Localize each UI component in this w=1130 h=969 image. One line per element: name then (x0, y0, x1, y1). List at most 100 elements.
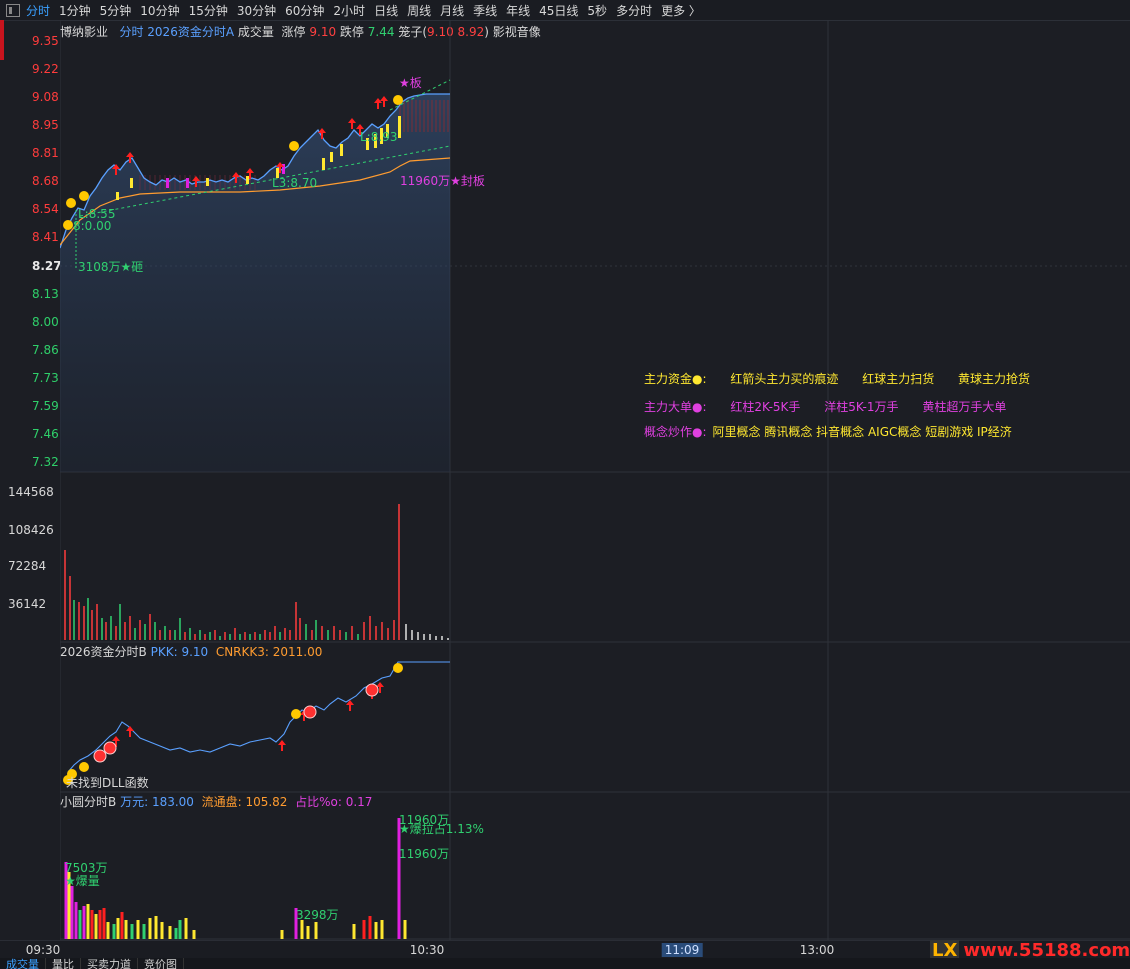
ratio-label: 占比%o: (295, 795, 342, 809)
fund-candle (340, 144, 343, 156)
fund-candle (398, 116, 401, 138)
fund-candle (330, 152, 333, 162)
price-tick-label: 8.54 (32, 202, 59, 216)
volume-panel (64, 504, 449, 640)
volume-tick-label: 72284 (8, 559, 47, 573)
legend-row1-item: 黄球主力抢货 (958, 372, 1031, 386)
grab-ball-icon (291, 709, 301, 719)
period-tab[interactable]: 1分钟 (59, 2, 91, 19)
period-tab[interactable]: 30分钟 (237, 2, 276, 19)
period-toolbar: 分时 1分钟 5分钟 10分钟 15分钟 30分钟 60分钟 2小时 日线 周线 月线 季线 年线 45日… (0, 0, 1130, 21)
float-value: 105.82 (245, 795, 288, 809)
period-tab[interactable]: 季线 (473, 2, 497, 19)
price-tick-label: 9.22 (32, 62, 59, 76)
indicator-tab[interactable]: 量比 (46, 958, 81, 969)
panel-b-header: 2026资金分时B PKK: 9.10 CNRKK3: 2011.00 (60, 643, 322, 660)
price-tick-label: 9.08 (32, 90, 59, 104)
time-cursor-label: 11:09 (661, 943, 703, 957)
sweep-ball-icon (303, 705, 317, 719)
price-tick-label: 8.81 (32, 146, 59, 160)
panel-toggle-icon[interactable] (6, 3, 20, 17)
legend-row1-item: 红球主力扫货 (862, 372, 935, 386)
panel-c-name[interactable]: 小圆分时B (60, 795, 116, 809)
price-tick-label: 7.73 (32, 371, 59, 385)
fund-candle (166, 178, 169, 188)
seal-volume-label-2: 11960万 (399, 847, 450, 861)
period-tab[interactable]: 多分时 (616, 2, 652, 19)
price-tick-label: 8.68 (32, 174, 59, 188)
fund-b-line (67, 661, 450, 773)
period-tab[interactable]: 周线 (407, 2, 431, 19)
period-tab[interactable]: 日线 (374, 2, 398, 19)
sweep-ball-icon (93, 749, 107, 763)
grab-ball-icon (289, 141, 299, 151)
time-label: 09:30 (25, 943, 61, 957)
price-tick-label: 8.13 (32, 287, 59, 301)
buy-arrow-icon (278, 740, 286, 751)
price-tick-label: 8.00 (32, 315, 59, 329)
legend-row1-label: 主力资金●: (644, 372, 707, 386)
legend-row1-item: 红箭头主力买的痕迹 (730, 372, 839, 386)
period-tab[interactable]: 月线 (440, 2, 464, 19)
buy-arrow-icon (348, 118, 356, 129)
indicator-tabs: 成交量 量比 买卖力道 竞价图 (0, 958, 1130, 969)
panel-b-name[interactable]: 2026资金分时B (60, 645, 147, 659)
pkk-label: PKK: (150, 645, 178, 659)
period-tab[interactable]: 60分钟 (285, 2, 324, 19)
fund-candle (322, 158, 325, 170)
price-tick-label: 9.35 (32, 34, 59, 48)
sweep-ball-icon (103, 741, 117, 755)
cnrkk-label: CNRKK3: (215, 645, 269, 659)
legend-row3-item: 阿里概念 腾讯概念 抖音概念 AIGC概念 短剧游戏 IP经济 (712, 425, 1012, 439)
period-tab[interactable]: 2小时 (333, 2, 365, 19)
indicator-tab[interactable]: 竞价图 (138, 958, 184, 969)
legend-row2-item: 黄柱超万手大单 (922, 400, 1007, 414)
wanyuan-value: 183.00 (151, 795, 194, 809)
level-l-label: L:8.93 (360, 130, 398, 144)
buy-arrow-icon (380, 96, 388, 107)
volume-tick-label: 108426 (8, 523, 54, 537)
period-tab[interactable]: 分时 (26, 2, 50, 19)
volume-tick-label: 36142 (8, 597, 47, 611)
seal-ratio-label: ★爆拉占1.13% (399, 822, 484, 836)
legend-row2-item: 洋柱5K-1万手 (824, 400, 899, 414)
price-tick-label: 7.86 (32, 343, 59, 357)
buy-arrow-icon (374, 98, 382, 109)
fund-candle (130, 178, 133, 188)
period-tab[interactable]: 5秒 (587, 2, 607, 19)
legend-main-funds: 主力资金●: 红箭头主力买的痕迹 红球主力扫货 黄球主力抢货 (644, 370, 1050, 387)
time-label: 13:00 (799, 943, 835, 957)
limit-star-label: ★板 (399, 76, 422, 90)
fund-candle (246, 176, 249, 184)
indicator-tab[interactable]: 买卖力道 (81, 958, 138, 969)
indicator-tab[interactable]: 成交量 (0, 958, 46, 969)
grab-ball-icon (393, 95, 403, 105)
legend-big-orders: 主力大单●: 红柱2K-5K手 洋柱5K-1万手 黄柱超万手大单 (644, 398, 1026, 415)
price-tick-label: 8.95 (32, 118, 59, 132)
price-tick-label: 7.59 (32, 399, 59, 413)
float-label: 流通盘: (201, 795, 242, 809)
level-l3-label: L3:8.70 (272, 176, 318, 190)
sweep-ball-icon (365, 683, 379, 697)
period-tabs: 分时 1分钟 5分钟 10分钟 15分钟 30分钟 60分钟 2小时 日线 周线 月线 季线 年线 45日… (26, 2, 710, 19)
period-tab[interactable]: 5分钟 (100, 2, 132, 19)
grab-ball-icon (63, 220, 73, 230)
smash-label: 3108万★砸 (78, 260, 144, 274)
grab-ball-icon (66, 198, 76, 208)
price-tick-label: 8.27 (32, 259, 62, 273)
price-area-fill (60, 94, 450, 472)
seal-label: 11960万★封板 (400, 174, 485, 188)
period-tab[interactable]: 15分钟 (189, 2, 228, 19)
grab-ball-icon (79, 762, 89, 772)
period-tab[interactable]: 10分钟 (140, 2, 179, 19)
price-tick-label: 8.41 (32, 230, 59, 244)
fund-panel-c (64, 818, 407, 939)
burst-tag-label: ★爆量 (65, 874, 100, 888)
ratio-value: 0.17 (345, 795, 373, 809)
price-tick-label: 7.32 (32, 455, 59, 469)
cnrkk-value: 2011.00 (272, 645, 323, 659)
period-tab[interactable]: 年线 (506, 2, 530, 19)
zero-label: 8:0.00 (73, 219, 112, 233)
period-tab[interactable]: 45日线 (539, 2, 578, 19)
period-tab[interactable]: 更多 〉 (661, 2, 701, 19)
